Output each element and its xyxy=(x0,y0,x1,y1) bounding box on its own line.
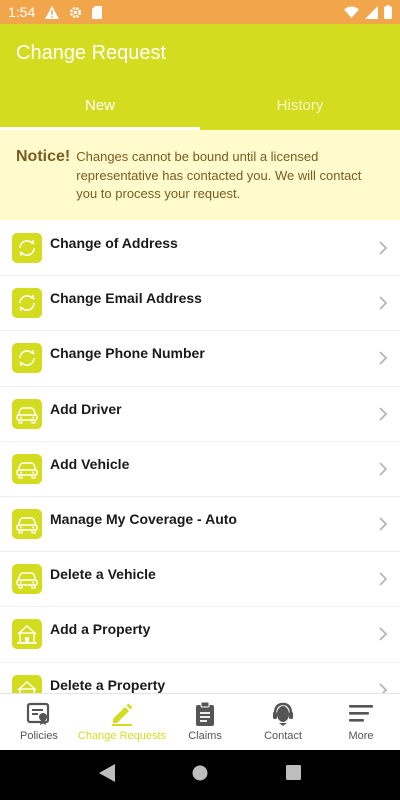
sd-card-icon xyxy=(92,5,103,19)
list-item-label: Delete a Property xyxy=(50,676,166,693)
home-icon[interactable] xyxy=(192,765,208,786)
chevron-right-icon xyxy=(376,351,390,366)
chevron-right-icon xyxy=(376,407,390,421)
refresh-icon xyxy=(12,343,42,374)
list-item[interactable]: Add Vehicle xyxy=(0,442,400,497)
change-request-list: Change of Address Change Email Address Cha… xyxy=(0,221,400,693)
nav-item-policies[interactable]: Policies xyxy=(0,694,78,750)
nav-label-change-requests: Change Requests xyxy=(77,730,167,742)
car-icon xyxy=(12,509,42,540)
nav-item-contact[interactable]: Contact xyxy=(244,694,322,750)
signal-icon xyxy=(365,5,378,19)
list-item[interactable]: Delete a Vehicle xyxy=(0,552,400,608)
list-item[interactable]: Add Driver xyxy=(0,387,400,442)
settings-icon xyxy=(69,6,82,19)
nav-label-policies: Policies xyxy=(20,730,58,742)
nav-item-change-requests[interactable]: Change Requests xyxy=(78,694,166,750)
car-icon xyxy=(12,564,42,595)
tab-new[interactable]: New xyxy=(0,84,200,130)
pencil-icon xyxy=(109,702,135,726)
notice-title: Notice! xyxy=(16,148,71,165)
menu-icon xyxy=(348,702,374,726)
car-icon xyxy=(12,453,42,484)
system-nav-bar xyxy=(0,750,400,800)
headset-icon xyxy=(270,702,296,726)
chevron-right-icon xyxy=(376,462,390,476)
list-item-label: Manage My Coverage - Auto xyxy=(50,511,237,528)
list-item[interactable]: Change Phone Number xyxy=(0,331,400,387)
list-item-label: Change Phone Number xyxy=(50,345,205,362)
app-header: Change Request New History xyxy=(0,24,400,130)
list-item[interactable]: Manage My Coverage - Auto xyxy=(0,497,400,553)
chevron-right-icon xyxy=(376,296,390,310)
nav-label-claims: Claims xyxy=(188,730,222,742)
notice-text: Changes cannot be bound until a licensed… xyxy=(76,149,362,201)
nav-label-contact: Contact xyxy=(264,730,302,742)
list-item[interactable]: Change of Address xyxy=(0,221,400,277)
status-time: 1:54 xyxy=(8,4,36,20)
refresh-icon xyxy=(12,233,42,264)
house-icon xyxy=(12,674,42,693)
page-title: Change Request xyxy=(16,42,167,64)
list-item[interactable]: Change Email Address xyxy=(0,276,400,332)
chevron-right-icon xyxy=(376,572,390,586)
tab-bar: New History xyxy=(0,84,400,130)
nav-item-claims[interactable]: Claims xyxy=(166,694,244,750)
list-item-label: Change Email Address xyxy=(50,290,202,307)
list-item-label: Add a Property xyxy=(50,621,151,638)
car-icon xyxy=(12,398,42,429)
list-item-label: Change of Address xyxy=(50,235,178,252)
chevron-right-icon xyxy=(376,682,390,693)
list-item-label: Add Driver xyxy=(50,400,122,417)
notice-banner: Notice! Changes cannot be bound until a … xyxy=(0,130,400,220)
nav-item-more[interactable]: More xyxy=(322,694,400,750)
battery-icon xyxy=(384,5,392,19)
list-item[interactable]: Delete a Property xyxy=(0,663,400,693)
list-item-label: Delete a Vehicle xyxy=(50,566,156,583)
nav-label-more: More xyxy=(348,730,374,742)
list-item[interactable]: Add a Property xyxy=(0,607,400,663)
status-bar: 1:54 xyxy=(0,0,400,24)
chevron-right-icon xyxy=(376,627,390,642)
back-icon[interactable] xyxy=(98,763,115,787)
chevron-right-icon xyxy=(376,517,390,531)
chevron-right-icon xyxy=(376,241,390,255)
list-item-label: Add Vehicle xyxy=(50,455,130,472)
tab-history[interactable]: History xyxy=(200,84,400,130)
recents-icon[interactable] xyxy=(286,765,302,785)
refresh-icon xyxy=(12,288,42,319)
wifi-icon xyxy=(344,6,359,18)
warning-icon xyxy=(45,5,60,19)
clipboard-icon xyxy=(192,702,218,726)
house-icon xyxy=(12,619,42,650)
bottom-nav: Policies Change Requests Claims Contact … xyxy=(0,693,400,750)
policy-document-icon xyxy=(26,702,52,726)
